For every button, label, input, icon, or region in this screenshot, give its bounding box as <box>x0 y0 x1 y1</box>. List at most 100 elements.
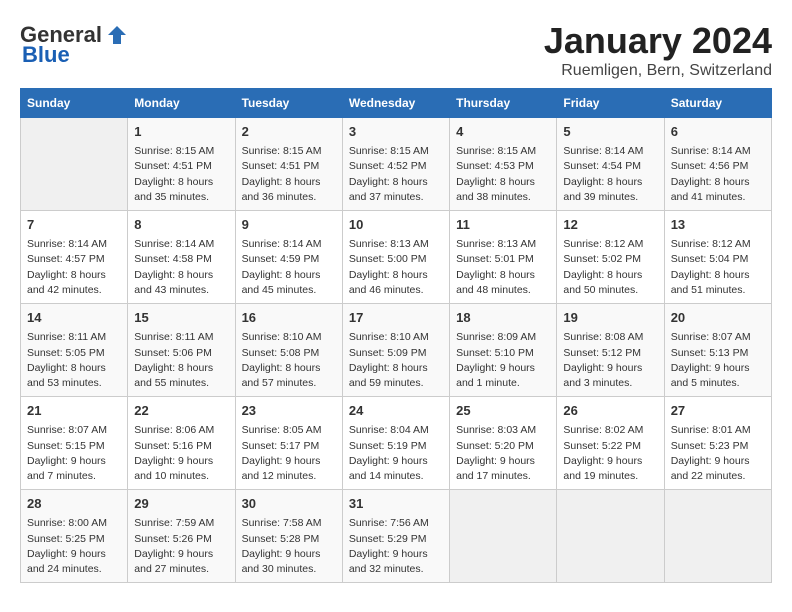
day-number: 25 <box>456 402 550 420</box>
calendar-cell: 7 Sunrise: 8:14 AMSunset: 4:57 PMDaylight… <box>21 211 128 304</box>
day-number: 17 <box>349 309 443 327</box>
week-row-4: 21 Sunrise: 8:07 AMSunset: 5:15 PMDayligh… <box>21 397 772 490</box>
day-number: 3 <box>349 123 443 141</box>
cell-content: Sunrise: 8:00 AMSunset: 5:25 PMDaylight:… <box>27 516 121 577</box>
calendar-table: SundayMondayTuesdayWednesdayThursdayFrid… <box>20 88 772 583</box>
day-number: 4 <box>456 123 550 141</box>
calendar-cell: 29 Sunrise: 7:59 AMSunset: 5:26 PMDayligh… <box>128 490 235 583</box>
day-number: 16 <box>242 309 336 327</box>
calendar-cell <box>450 490 557 583</box>
cell-content: Sunrise: 8:14 AMSunset: 4:56 PMDaylight:… <box>671 144 765 205</box>
cell-content: Sunrise: 8:09 AMSunset: 5:10 PMDaylight:… <box>456 330 550 391</box>
calendar-cell: 6 Sunrise: 8:14 AMSunset: 4:56 PMDaylight… <box>664 118 771 211</box>
cell-content: Sunrise: 8:11 AMSunset: 5:05 PMDaylight:… <box>27 330 121 391</box>
calendar-cell: 16 Sunrise: 8:10 AMSunset: 5:08 PMDayligh… <box>235 304 342 397</box>
cell-content: Sunrise: 8:15 AMSunset: 4:52 PMDaylight:… <box>349 144 443 205</box>
cell-content: Sunrise: 8:03 AMSunset: 5:20 PMDaylight:… <box>456 423 550 484</box>
cell-content: Sunrise: 8:07 AMSunset: 5:13 PMDaylight:… <box>671 330 765 391</box>
cell-content: Sunrise: 8:07 AMSunset: 5:15 PMDaylight:… <box>27 423 121 484</box>
day-number: 24 <box>349 402 443 420</box>
cell-content: Sunrise: 8:10 AMSunset: 5:09 PMDaylight:… <box>349 330 443 391</box>
calendar-cell: 12 Sunrise: 8:12 AMSunset: 5:02 PMDayligh… <box>557 211 664 304</box>
day-header-tuesday: Tuesday <box>235 89 342 118</box>
day-number: 11 <box>456 216 550 234</box>
cell-content: Sunrise: 8:14 AMSunset: 4:57 PMDaylight:… <box>27 237 121 298</box>
day-number: 29 <box>134 495 228 513</box>
cell-content: Sunrise: 8:15 AMSunset: 4:51 PMDaylight:… <box>242 144 336 205</box>
day-number: 6 <box>671 123 765 141</box>
calendar-cell: 11 Sunrise: 8:13 AMSunset: 5:01 PMDayligh… <box>450 211 557 304</box>
day-number: 22 <box>134 402 228 420</box>
week-row-2: 7 Sunrise: 8:14 AMSunset: 4:57 PMDaylight… <box>21 211 772 304</box>
day-number: 15 <box>134 309 228 327</box>
calendar-cell: 5Sunrise: 8:14 AMSunset: 4:54 PMDaylight… <box>557 118 664 211</box>
calendar-cell: 10Sunrise: 8:13 AMSunset: 5:00 PMDayligh… <box>342 211 449 304</box>
calendar-cell: 19Sunrise: 8:08 AMSunset: 5:12 PMDayligh… <box>557 304 664 397</box>
cell-content: Sunrise: 7:58 AMSunset: 5:28 PMDaylight:… <box>242 516 336 577</box>
cell-content: Sunrise: 7:56 AMSunset: 5:29 PMDaylight:… <box>349 516 443 577</box>
week-row-5: 28Sunrise: 8:00 AMSunset: 5:25 PMDayligh… <box>21 490 772 583</box>
calendar-cell: 24 Sunrise: 8:04 AMSunset: 5:19 PMDayligh… <box>342 397 449 490</box>
calendar-cell: 20 Sunrise: 8:07 AMSunset: 5:13 PMDayligh… <box>664 304 771 397</box>
cell-content: Sunrise: 8:15 AMSunset: 4:51 PMDaylight:… <box>134 144 228 205</box>
cell-content: Sunrise: 7:59 AMSunset: 5:26 PMDaylight:… <box>134 516 228 577</box>
day-number: 8 <box>134 216 228 234</box>
cell-content: Sunrise: 8:13 AMSunset: 5:00 PMDaylight:… <box>349 237 443 298</box>
calendar-cell: 3 Sunrise: 8:15 AMSunset: 4:52 PMDaylight… <box>342 118 449 211</box>
title-block: January 2024 Ruemligen, Bern, Switzerlan… <box>544 20 772 80</box>
cell-content: Sunrise: 8:04 AMSunset: 5:19 PMDaylight:… <box>349 423 443 484</box>
calendar-cell <box>664 490 771 583</box>
calendar-cell: 17 Sunrise: 8:10 AMSunset: 5:09 PMDayligh… <box>342 304 449 397</box>
calendar-cell: 30 Sunrise: 7:58 AMSunset: 5:28 PMDayligh… <box>235 490 342 583</box>
logo-blue-text: Blue <box>22 44 70 66</box>
cell-content: Sunrise: 8:10 AMSunset: 5:08 PMDaylight:… <box>242 330 336 391</box>
logo-icon <box>106 24 128 46</box>
day-number: 20 <box>671 309 765 327</box>
day-number: 14 <box>27 309 121 327</box>
day-header-sunday: Sunday <box>21 89 128 118</box>
day-number: 27 <box>671 402 765 420</box>
page-header: General Blue January 2024 Ruemligen, Ber… <box>20 20 772 80</box>
page-subtitle: Ruemligen, Bern, Switzerland <box>544 62 772 80</box>
calendar-cell: 9 Sunrise: 8:14 AMSunset: 4:59 PMDaylight… <box>235 211 342 304</box>
day-number: 26 <box>563 402 657 420</box>
day-number: 7 <box>27 216 121 234</box>
calendar-cell: 25 Sunrise: 8:03 AMSunset: 5:20 PMDayligh… <box>450 397 557 490</box>
day-number: 12 <box>563 216 657 234</box>
cell-content: Sunrise: 8:06 AMSunset: 5:16 PMDaylight:… <box>134 423 228 484</box>
day-number: 2 <box>242 123 336 141</box>
calendar-cell: 21 Sunrise: 8:07 AMSunset: 5:15 PMDayligh… <box>21 397 128 490</box>
cell-content: Sunrise: 8:13 AMSunset: 5:01 PMDaylight:… <box>456 237 550 298</box>
calendar-cell: 28Sunrise: 8:00 AMSunset: 5:25 PMDayligh… <box>21 490 128 583</box>
header-row: SundayMondayTuesdayWednesdayThursdayFrid… <box>21 89 772 118</box>
calendar-cell: 22 Sunrise: 8:06 AMSunset: 5:16 PMDayligh… <box>128 397 235 490</box>
calendar-cell: 15 Sunrise: 8:11 AMSunset: 5:06 PMDayligh… <box>128 304 235 397</box>
cell-content: Sunrise: 8:12 AMSunset: 5:02 PMDaylight:… <box>563 237 657 298</box>
calendar-cell: 23 Sunrise: 8:05 AMSunset: 5:17 PMDayligh… <box>235 397 342 490</box>
week-row-3: 14 Sunrise: 8:11 AMSunset: 5:05 PMDayligh… <box>21 304 772 397</box>
calendar-cell <box>557 490 664 583</box>
cell-content: Sunrise: 8:08 AMSunset: 5:12 PMDaylight:… <box>563 330 657 391</box>
day-number: 13 <box>671 216 765 234</box>
day-number: 9 <box>242 216 336 234</box>
calendar-cell: 18Sunrise: 8:09 AMSunset: 5:10 PMDayligh… <box>450 304 557 397</box>
cell-content: Sunrise: 8:05 AMSunset: 5:17 PMDaylight:… <box>242 423 336 484</box>
day-number: 31 <box>349 495 443 513</box>
page-title: January 2024 <box>544 20 772 62</box>
day-number: 21 <box>27 402 121 420</box>
cell-content: Sunrise: 8:02 AMSunset: 5:22 PMDaylight:… <box>563 423 657 484</box>
calendar-cell: 8 Sunrise: 8:14 AMSunset: 4:58 PMDaylight… <box>128 211 235 304</box>
cell-content: Sunrise: 8:14 AMSunset: 4:59 PMDaylight:… <box>242 237 336 298</box>
calendar-cell: 14 Sunrise: 8:11 AMSunset: 5:05 PMDayligh… <box>21 304 128 397</box>
cell-content: Sunrise: 8:14 AMSunset: 4:58 PMDaylight:… <box>134 237 228 298</box>
day-number: 30 <box>242 495 336 513</box>
logo: General Blue <box>20 24 128 66</box>
cell-content: Sunrise: 8:01 AMSunset: 5:23 PMDaylight:… <box>671 423 765 484</box>
day-number: 5 <box>563 123 657 141</box>
day-header-friday: Friday <box>557 89 664 118</box>
cell-content: Sunrise: 8:11 AMSunset: 5:06 PMDaylight:… <box>134 330 228 391</box>
day-number: 23 <box>242 402 336 420</box>
calendar-cell: 1Sunrise: 8:15 AMSunset: 4:51 PMDaylight… <box>128 118 235 211</box>
day-header-saturday: Saturday <box>664 89 771 118</box>
cell-content: Sunrise: 8:12 AMSunset: 5:04 PMDaylight:… <box>671 237 765 298</box>
